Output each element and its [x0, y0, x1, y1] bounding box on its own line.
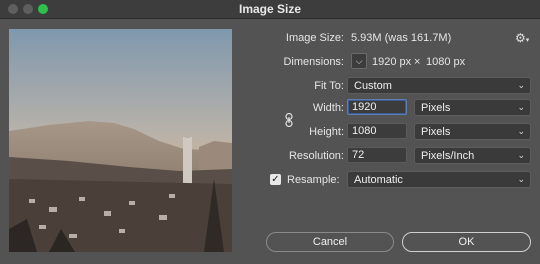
chevron-down-icon: ⌵	[355, 56, 363, 66]
title-bar: Image Size	[0, 0, 540, 19]
link-icon[interactable]	[285, 113, 293, 127]
checkmark-icon: ✓	[271, 174, 280, 185]
gear-icon[interactable]: ⚙▾	[515, 31, 529, 45]
fit-to-select[interactable]: Custom ⌄	[347, 77, 531, 94]
dimensions-height: 1080 px	[426, 56, 466, 68]
chevron-down-icon: ⌄	[517, 174, 525, 184]
width-unit-select[interactable]: Pixels ⌄	[414, 99, 531, 116]
image-size-label: Image Size:	[285, 32, 344, 44]
cancel-button[interactable]: Cancel	[266, 232, 394, 252]
image-preview[interactable]	[9, 29, 232, 252]
chevron-down-icon: ⌄	[517, 80, 525, 90]
width-unit-value: Pixels	[421, 102, 451, 114]
dimensions-label: Dimensions:	[283, 56, 344, 68]
ok-button[interactable]: OK	[402, 232, 531, 252]
resample-checkbox[interactable]: ✓	[270, 174, 281, 185]
height-unit-select[interactable]: Pixels ⌄	[414, 123, 531, 140]
resolution-input[interactable]: 72	[347, 147, 407, 163]
preview-image	[9, 29, 232, 252]
chevron-down-icon: ⌄	[517, 126, 525, 136]
dimensions-width: 1920 px	[372, 56, 412, 68]
height-label: Height:	[309, 126, 344, 138]
resolution-label: Resolution:	[288, 150, 344, 162]
fit-to-label: Fit To:	[314, 80, 344, 92]
height-input[interactable]: 1080	[347, 123, 407, 139]
fit-to-value: Custom	[354, 80, 392, 92]
resolution-unit-select[interactable]: Pixels/Inch ⌄	[414, 147, 531, 164]
height-unit-value: Pixels	[421, 126, 451, 138]
resample-select[interactable]: Automatic ⌄	[347, 171, 531, 188]
dimensions-times: ×	[414, 56, 421, 68]
resolution-unit-value: Pixels/Inch	[421, 150, 475, 162]
resample-label: Resample:	[287, 174, 340, 186]
resample-value: Automatic	[354, 174, 403, 186]
width-label: Width:	[312, 102, 344, 114]
width-input[interactable]: 1920	[347, 99, 407, 115]
chevron-down-icon: ⌄	[517, 150, 525, 160]
window-title: Image Size	[238, 2, 302, 16]
chevron-down-icon: ⌄	[517, 102, 525, 112]
dimensions-menu-button[interactable]: ⌵	[351, 53, 367, 69]
image-size-value: 5.93M (was 161.7M)	[351, 32, 452, 44]
